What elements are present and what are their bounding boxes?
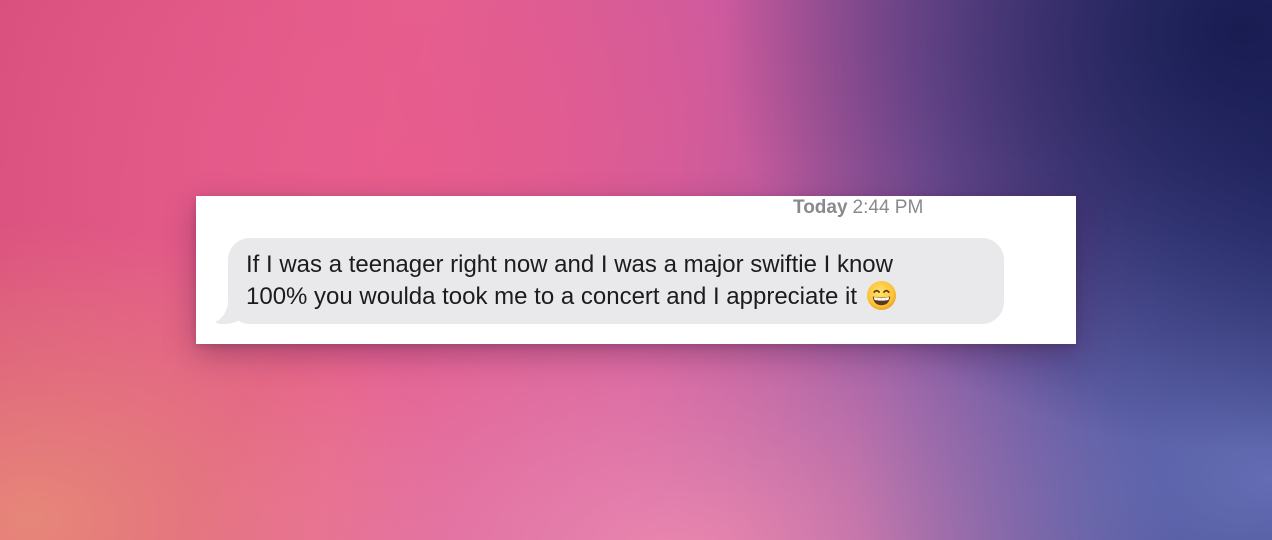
message-bubble: If I was a teenager right now and I was … <box>228 238 1004 324</box>
timestamp-day: Today <box>793 197 848 218</box>
incoming-message[interactable]: If I was a teenager right now and I was … <box>215 238 1004 324</box>
timestamp-time: 2:44 PM <box>852 197 924 218</box>
message-text-line-1: If I was a teenager right now and I was … <box>246 251 893 278</box>
message-text-line-2: 100% you woulda took me to a concert and… <box>246 281 986 313</box>
message-screenshot-card: Today 2:44 PM If I was a teenager right n… <box>196 196 1076 344</box>
message-text-line-2-text: 100% you woulda took me to a concert and… <box>246 283 858 310</box>
grinning-face-emoji-icon <box>866 281 896 311</box>
message-timestamp: Today 2:44 PM <box>793 197 923 219</box>
